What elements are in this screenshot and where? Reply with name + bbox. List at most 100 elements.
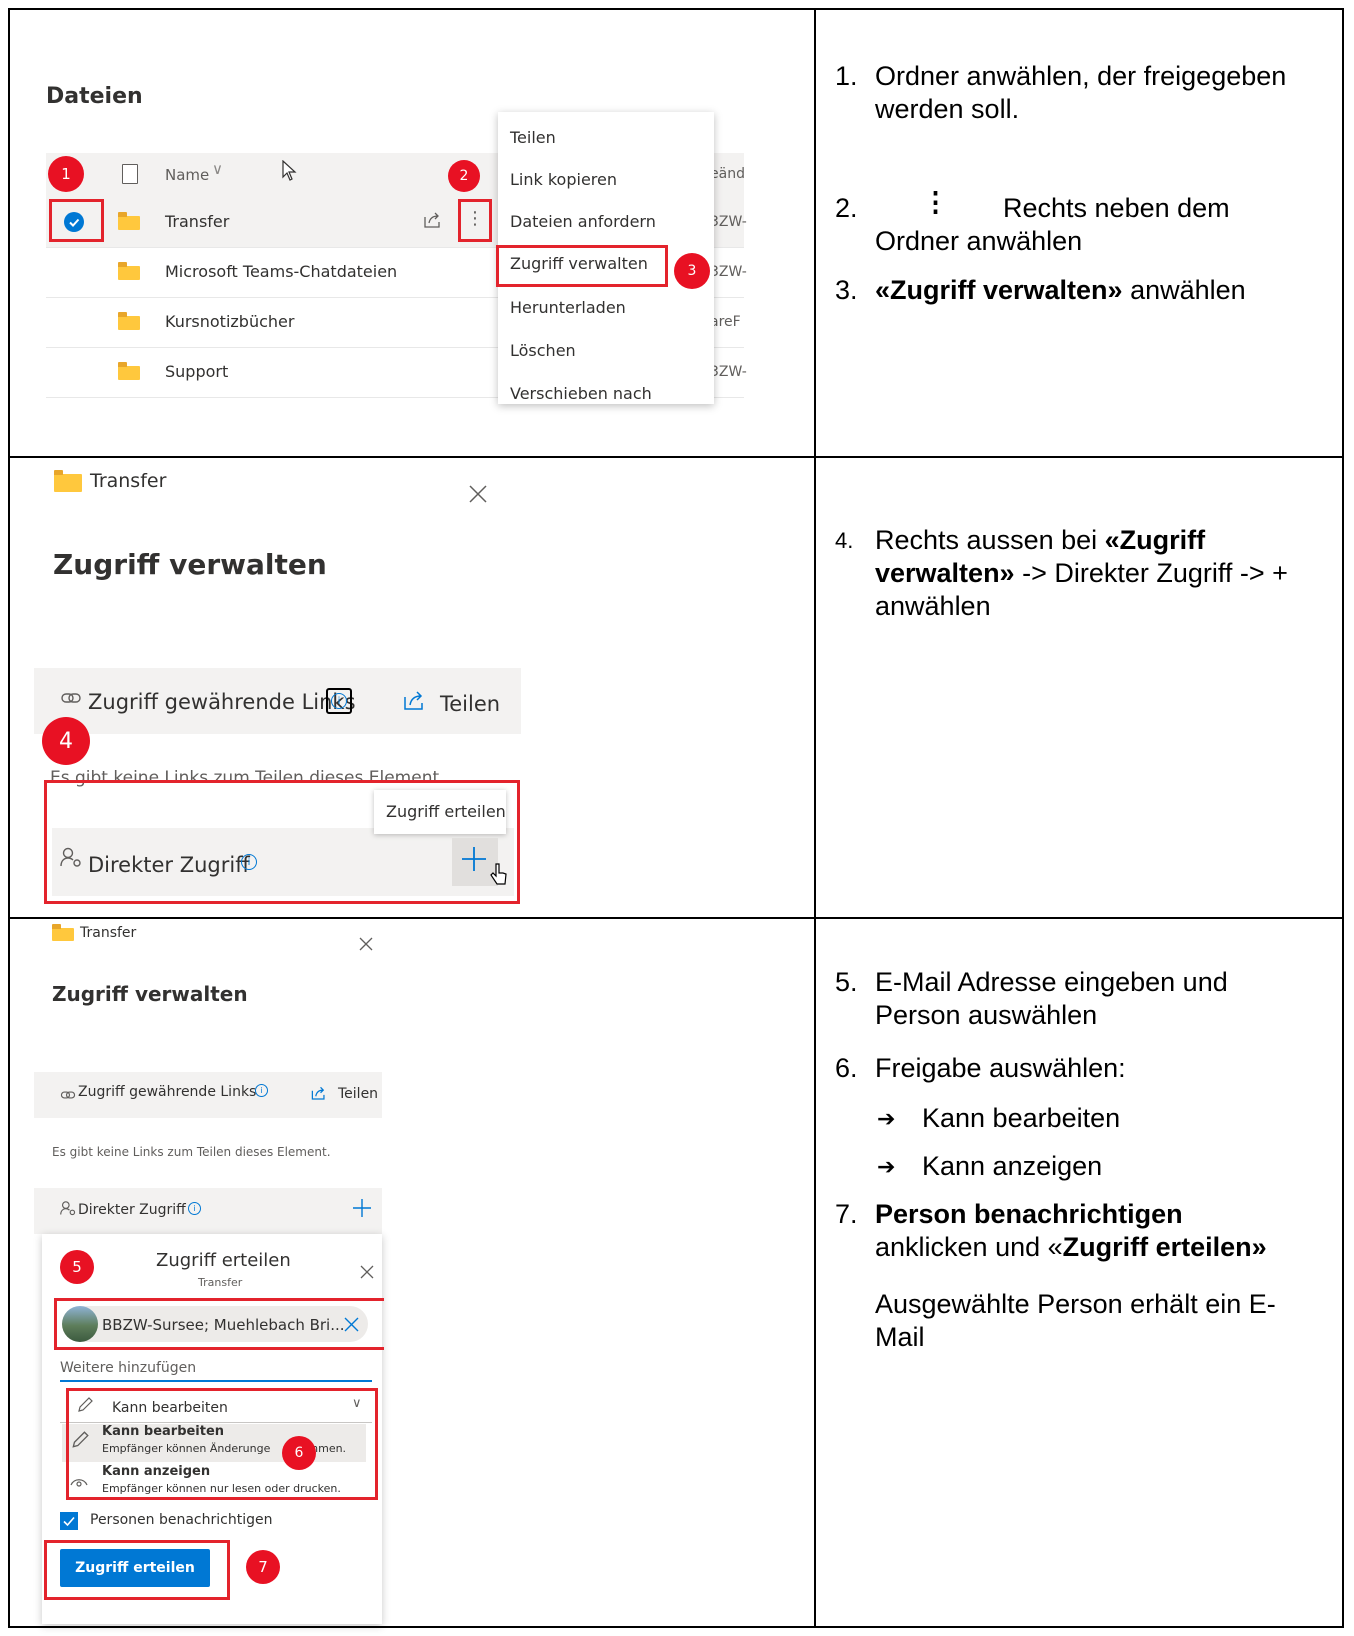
file-type-icon — [122, 164, 138, 184]
info-icon[interactable]: i — [188, 1202, 201, 1215]
arrow-icon: ➔ — [877, 1154, 896, 1179]
dialog-subtitle: Transfer — [198, 1276, 243, 1289]
step-text: Rechts neben dem Ordner anwählen — [875, 193, 1230, 256]
step-text: Ordner anwählen, der freigegeben werden … — [875, 61, 1287, 124]
breadcrumb: Transfer — [80, 925, 137, 941]
step-number: 6. — [835, 1053, 858, 1083]
step-number: 7. — [835, 1199, 858, 1229]
file-trunc: 3ZW- — [710, 264, 747, 280]
option-text: Kann bearbeiten — [922, 1103, 1121, 1133]
step-badge: 1 — [48, 156, 84, 192]
menu-item[interactable]: Teilen — [510, 128, 556, 147]
step-badge: 7 — [246, 1550, 280, 1584]
folder-icon — [118, 212, 140, 230]
share-icon[interactable] — [310, 1086, 327, 1105]
menu-item[interactable]: Dateien anfordern — [510, 212, 656, 231]
no-links-text: Es gibt keine Links zum Teilen dieses El… — [52, 1145, 331, 1159]
table-border-middle — [814, 8, 816, 1628]
step-badge: 3 — [674, 253, 710, 289]
menu-item[interactable]: Link kopieren — [510, 170, 617, 189]
add-more-input[interactable]: Weitere hinzufügen — [60, 1360, 372, 1382]
name-column-header[interactable]: Name — [165, 166, 209, 184]
link-icon — [60, 690, 82, 710]
file-trunc: 3ZW- — [710, 214, 747, 230]
cursor-icon — [282, 159, 298, 186]
table-border-left — [8, 8, 10, 1628]
step-text: Rechts aussen bei «Zugriff verwalten» ->… — [875, 524, 1330, 623]
folder-icon — [118, 312, 140, 330]
highlight-checkbox — [49, 199, 104, 242]
step-text: Person benachrichtigen anklicken und «Zu… — [875, 1198, 1315, 1264]
step-text: Freigabe auswählen: — [875, 1053, 1126, 1083]
file-trunc: 3ZW- — [710, 364, 747, 380]
step-bold: Person benachrichtigen — [875, 1199, 1183, 1229]
step-text: E-Mail Adresse eingeben und Person auswä… — [875, 967, 1228, 1030]
table-border-top — [8, 8, 1344, 10]
table-border-right — [1342, 8, 1344, 1628]
info-icon[interactable]: i — [326, 688, 352, 714]
modified-col-header: eänd — [710, 166, 745, 182]
highlight-manage-access — [496, 245, 668, 287]
step-bold: «Zugriff verwalten» — [875, 275, 1123, 305]
arrow-icon: ➔ — [877, 1106, 896, 1131]
menu-item[interactable]: Herunterladen — [510, 298, 626, 317]
step-bold: Zugriff erteilen» — [1062, 1232, 1267, 1262]
step-text-a: Rechts aussen bei — [875, 525, 1105, 555]
menu-item[interactable]: Löschen — [510, 341, 576, 360]
files-title: Dateien — [46, 84, 143, 109]
chevron-down-icon: ∨ — [212, 160, 223, 178]
close-icon[interactable] — [468, 484, 488, 508]
notify-checkbox[interactable] — [60, 1512, 78, 1530]
folder-icon — [52, 924, 74, 941]
links-label: Zugriff gewährende Links — [88, 690, 356, 714]
highlight-direct-access — [44, 780, 520, 904]
breadcrumb: Transfer — [90, 470, 167, 492]
folder-icon — [118, 262, 140, 280]
step-badge: 5 — [60, 1250, 94, 1284]
highlight-grant-button — [44, 1540, 230, 1600]
panel-title: Zugriff verwalten — [53, 548, 327, 581]
share-button[interactable]: Teilen — [440, 692, 500, 716]
step-note: Ausgewählte Person erhält ein E-Mail — [875, 1289, 1276, 1352]
close-icon[interactable] — [358, 936, 374, 956]
share-icon[interactable] — [422, 211, 442, 233]
step-badge: 2 — [448, 160, 480, 192]
option-text: Kann anzeigen — [922, 1151, 1103, 1181]
table-border-bottom — [8, 1626, 1344, 1628]
step-number: 5. — [835, 967, 858, 997]
step-number: 3. — [835, 275, 858, 305]
highlight-permissions — [66, 1388, 378, 1500]
share-button[interactable]: Teilen — [338, 1086, 378, 1102]
links-label: Zugriff gewährende Links — [78, 1084, 257, 1100]
file-name[interactable]: Microsoft Teams-Chatdateien — [165, 262, 397, 281]
close-icon[interactable] — [360, 1264, 374, 1283]
link-icon — [60, 1086, 76, 1105]
file-trunc: areF — [710, 314, 741, 330]
file-name[interactable]: Transfer — [165, 212, 229, 231]
highlight-more-options — [458, 199, 492, 242]
folder-icon — [54, 470, 82, 492]
person-icon — [60, 1200, 76, 1220]
panel-title: Zugriff verwalten — [52, 982, 248, 1006]
step-number: 2. — [835, 193, 858, 223]
highlight-person — [54, 1298, 384, 1350]
step-badge: 6 — [282, 1436, 316, 1470]
plus-icon[interactable] — [352, 1198, 372, 1222]
notify-label: Personen benachrichtigen — [90, 1512, 273, 1528]
table-border-row2 — [8, 917, 1344, 919]
step-badge: 4 — [42, 717, 90, 765]
file-name[interactable]: Support — [165, 362, 228, 381]
share-icon[interactable] — [402, 690, 426, 716]
step-number: 4. — [835, 528, 854, 553]
step-mid: anklicken und « — [875, 1232, 1063, 1262]
step-number: 1. — [835, 61, 858, 91]
dialog-title: Zugriff erteilen — [156, 1250, 291, 1271]
direct-access-label: Direkter Zugriff — [78, 1202, 186, 1218]
info-icon[interactable]: i — [255, 1084, 268, 1097]
folder-icon — [118, 362, 140, 380]
table-border-row1 — [8, 456, 1344, 458]
step-rest: anwählen — [1122, 275, 1246, 305]
step-text: «Zugriff verwalten» anwählen — [875, 274, 1325, 307]
file-name[interactable]: Kursnotizbücher — [165, 312, 294, 331]
menu-item[interactable]: Verschieben nach — [510, 384, 652, 403]
